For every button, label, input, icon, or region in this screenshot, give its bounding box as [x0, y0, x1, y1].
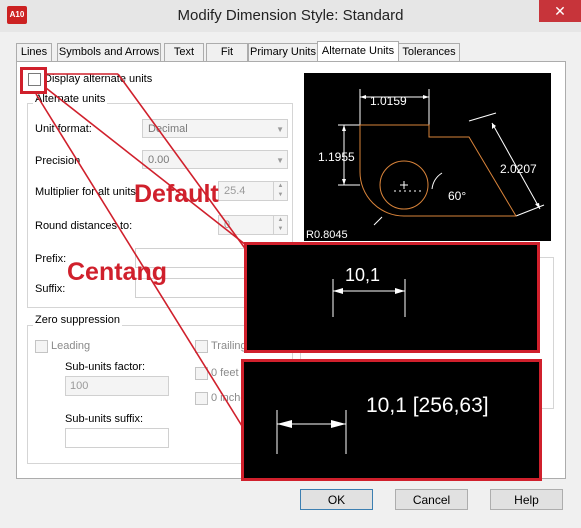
annotation-line-top-diagonal — [117, 73, 253, 259]
dialog-window: A10 Modify Dimension Style: Standard ✕ L… — [0, 0, 581, 528]
default-example-drawing — [332, 279, 406, 317]
checked-example-text: 10,1 [256,63] — [366, 394, 489, 417]
default-callout: Default — [134, 180, 219, 208]
checked-example-drawing — [276, 410, 347, 454]
highlight-checkbox-box — [20, 67, 47, 94]
default-example-box: 10,1 — [244, 242, 540, 353]
default-example-text: 10,1 — [345, 265, 381, 285]
centang-callout: Centang — [67, 258, 167, 286]
checked-example-box: 10,1 [256,63] — [241, 359, 542, 481]
